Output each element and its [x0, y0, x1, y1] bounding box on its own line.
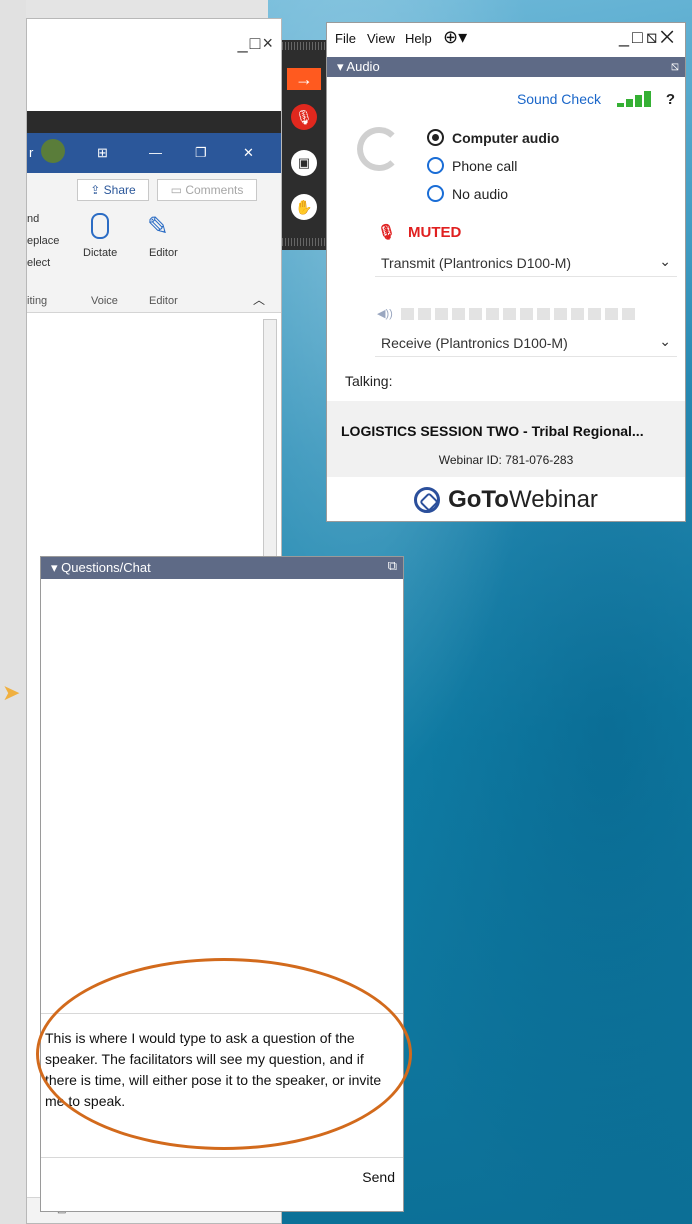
brand-goto: GoTo [448, 486, 509, 513]
avatar[interactable] [41, 139, 65, 163]
word-ribbon: ⇪ Share ▭ Comments nd eplace elect iting… [27, 173, 281, 313]
receive-device-select[interactable]: Receive (Plantronics D100-M) ⌄ [375, 331, 677, 357]
menu-view[interactable]: View [367, 31, 395, 46]
panel-window-controls[interactable]: _□⧅✕ [619, 27, 677, 48]
chevron-down-icon: ⌄ [659, 253, 671, 269]
replace-item[interactable]: eplace [27, 235, 59, 247]
audio-section-header[interactable]: ▾ Audio ⧅ [327, 57, 685, 77]
raise-hand-icon: ✋ [291, 194, 317, 220]
popout-icon[interactable]: ⧉ [388, 558, 397, 574]
audio-option-computer[interactable]: Computer audio [427, 129, 559, 146]
dictate-button[interactable]: Dictate [83, 247, 117, 259]
collapse-triangle-icon: ▾ [337, 59, 347, 74]
headset-audio-icon [357, 127, 401, 171]
expand-panel-button[interactable]: → [287, 68, 321, 90]
webinar-id: Webinar ID: 781-076-283 [438, 453, 574, 467]
questions-chat-header[interactable]: ▾ Questions/Chat ⧉ [41, 557, 403, 579]
sound-check-link[interactable]: Sound Check [517, 91, 601, 107]
session-title: LOGISTICS SESSION TWO - Tribal Regional.… [341, 423, 644, 439]
muted-microphone-icon: 🎙 [291, 104, 317, 130]
user-name-fragment: r [29, 145, 34, 160]
comments-button[interactable]: ▭ Comments [157, 179, 257, 201]
arrow-right-icon: → [295, 68, 313, 89]
drag-grip-top[interactable] [282, 42, 326, 50]
select-item[interactable]: elect [27, 257, 50, 269]
radio-unselected[interactable] [427, 157, 444, 174]
share-button[interactable]: ⇪ Share [77, 179, 149, 201]
muted-label: MUTED [408, 223, 462, 241]
radio-selected[interactable] [427, 129, 444, 146]
signal-strength-icon [617, 91, 651, 107]
session-info: LOGISTICS SESSION TWO - Tribal Regional.… [327, 401, 685, 477]
questions-chat-label: Questions/Chat [61, 560, 151, 575]
audio-section-label: Audio [346, 59, 380, 74]
close-icon[interactable]: ✕ [243, 145, 254, 161]
group-editor-label: Editor [149, 295, 178, 307]
word-dark-titlebar [27, 111, 281, 133]
raise-hand-button[interactable]: ✋ [287, 190, 321, 224]
arrow-pointer-icon: ➤ [2, 680, 21, 705]
menu-bar: File View Help ⊕▾ _□⧅✕ [327, 23, 685, 57]
gotowebinar-logo-icon [414, 487, 441, 513]
audio-option-label: No audio [452, 185, 509, 202]
group-voice-label: Voice [91, 295, 118, 307]
highlight-ellipse-annotation [36, 958, 412, 1150]
transmit-device-select[interactable]: Transmit (Plantronics D100-M) ⌄ [375, 251, 677, 277]
comment-icon: ▭ [170, 183, 186, 197]
left-edge-background [0, 0, 26, 1224]
minimize-icon[interactable]: — [149, 145, 162, 160]
radio-unselected[interactable] [427, 185, 444, 202]
find-item[interactable]: nd [27, 213, 39, 225]
gotowebinar-toolbar: → 🎙 ▣ ✋ [282, 40, 326, 250]
audio-option-phone[interactable]: Phone call [427, 157, 517, 174]
audio-option-label: Phone call [452, 157, 518, 174]
microphone-icon[interactable] [91, 213, 109, 239]
ribbon-display-icon[interactable]: ⊞ [97, 145, 108, 161]
speaker-level-meter: ◀)) [377, 307, 635, 320]
word-window-controls[interactable]: _□× [238, 33, 275, 54]
restore-icon[interactable]: ❐ [195, 145, 207, 161]
muted-indicator[interactable]: 🎙 MUTED [377, 223, 462, 242]
audio-option-label: Computer audio [452, 129, 560, 146]
drag-grip-bottom[interactable] [282, 238, 326, 246]
share-icon: ⇪ [90, 183, 104, 197]
mic-toggle-button[interactable]: 🎙 [287, 100, 321, 134]
chevron-down-icon: ⌄ [659, 333, 671, 349]
word-title-row: r ⊞ — ❐ ✕ [27, 133, 281, 173]
collapse-ribbon-icon[interactable]: ︿ [253, 291, 265, 308]
talking-label: Talking: [345, 373, 393, 389]
muted-microphone-icon: 🎙 [377, 224, 397, 241]
brand-webinar: Webinar [508, 486, 598, 513]
window-icon: ▣ [291, 150, 317, 176]
vertical-scrollbar[interactable] [263, 319, 277, 559]
globe-language-icon[interactable]: ⊕▾ [443, 27, 467, 48]
speaker-icon: ◀)) [377, 308, 393, 320]
gotowebinar-control-panel: File View Help ⊕▾ _□⧅✕ ▾ Audio ⧅ Sound C… [326, 22, 686, 522]
gotowebinar-logo: GoToWebinar [327, 477, 685, 523]
send-button[interactable]: Send [362, 1169, 395, 1185]
menu-file[interactable]: File [335, 31, 356, 46]
collapse-triangle-icon: ▾ [51, 560, 62, 575]
group-editing-label: iting [27, 295, 48, 307]
audio-option-none[interactable]: No audio [427, 185, 508, 202]
transmit-device-value: Transmit (Plantronics D100-M) [381, 255, 572, 271]
editor-pen-icon[interactable]: ✎ [147, 211, 169, 242]
editor-button[interactable]: Editor [149, 247, 178, 259]
receive-device-value: Receive (Plantronics D100-M) [381, 335, 568, 351]
screen-button[interactable]: ▣ [287, 146, 321, 180]
menu-help[interactable]: Help [405, 31, 432, 46]
help-button[interactable]: ? [666, 91, 675, 108]
comments-label: Comments [185, 183, 244, 197]
share-label: Share [103, 183, 136, 197]
popout-icon[interactable]: ⧅ [671, 58, 679, 74]
